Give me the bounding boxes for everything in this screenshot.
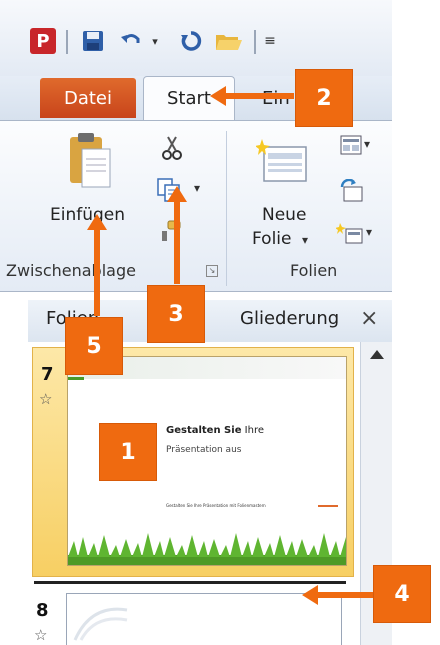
open-folder-icon[interactable] [212,26,246,56]
save-icon[interactable] [78,26,108,56]
star-icon: ☆ [34,626,48,644]
callout-5: 5 [66,318,122,374]
quick-access-toolbar: P ▾ ≡ [0,0,392,76]
slide-decoration [73,607,128,641]
grass-decoration [68,533,346,565]
tab-outline[interactable]: Gliederung [240,308,339,329]
close-icon[interactable]: × [360,306,378,331]
ppt-logo-icon[interactable]: P [30,28,56,54]
callout-arrow [94,226,100,316]
slide-number: 7 [41,364,54,385]
callout-arrowhead [302,585,318,605]
callout-2: 2 [296,70,352,126]
new-slide-label[interactable]: Folie [252,229,291,249]
slide-thumbnail[interactable] [66,593,342,645]
ribbon-start: Einfügen ▾ Zwischenablage ↘ Neue Folie ▾… [0,120,392,292]
scroll-up-icon[interactable] [370,350,384,359]
group-separator [226,131,227,286]
dialog-launcher-icon[interactable]: ↘ [206,265,218,277]
toolbar-separator [254,30,256,54]
callout-arrowhead [210,86,226,106]
callout-arrow [222,93,294,99]
cut-icon[interactable] [160,135,184,161]
new-slide-label[interactable]: Neue [262,205,306,225]
layout-dropdown-icon[interactable]: ▾ [364,137,370,151]
tab-datei[interactable]: Datei [40,78,136,118]
slide-title: Gestalten Sie Ihre [166,425,264,436]
slide-accent [68,377,84,380]
group-label-clipboard: Zwischenablage [6,261,136,280]
callout-arrowhead [167,186,187,202]
group-label-slides: Folien [290,261,338,280]
slide-thumbnail-selected[interactable]: 7 ☆ Gestalten Sie Ihre Präsentation aus … [32,347,354,577]
callout-arrowhead [87,214,107,230]
new-slide-dropdown-icon[interactable]: ▾ [302,233,308,247]
callout-3: 3 [148,286,204,342]
callout-arrow [174,198,180,284]
reset-icon[interactable] [340,178,364,203]
insertion-marker [34,581,346,584]
slide-footer: Gestalten Sie Ihre Präsentation mit Foli… [166,503,266,508]
callout-1: 1 [100,424,156,480]
callout-4: 4 [374,566,430,622]
slide-number: 8 [36,600,49,621]
slide-footer-accent [318,505,338,507]
copy-dropdown-icon[interactable]: ▾ [194,181,200,195]
redo-icon[interactable] [176,26,206,56]
section-dropdown-icon[interactable]: ▾ [366,225,372,239]
new-slide-icon[interactable] [255,137,310,185]
undo-dropdown-icon[interactable]: ▾ [148,26,162,56]
undo-icon[interactable] [116,26,146,56]
layout-icon[interactable] [340,135,362,155]
star-icon: ☆ [39,390,53,408]
slide-subtitle: Präsentation aus [166,445,242,455]
paste-icon[interactable] [66,131,112,191]
section-icon[interactable] [335,221,364,245]
toolbar-separator [66,30,68,54]
qat-customize-icon[interactable]: ≡ [262,26,278,56]
